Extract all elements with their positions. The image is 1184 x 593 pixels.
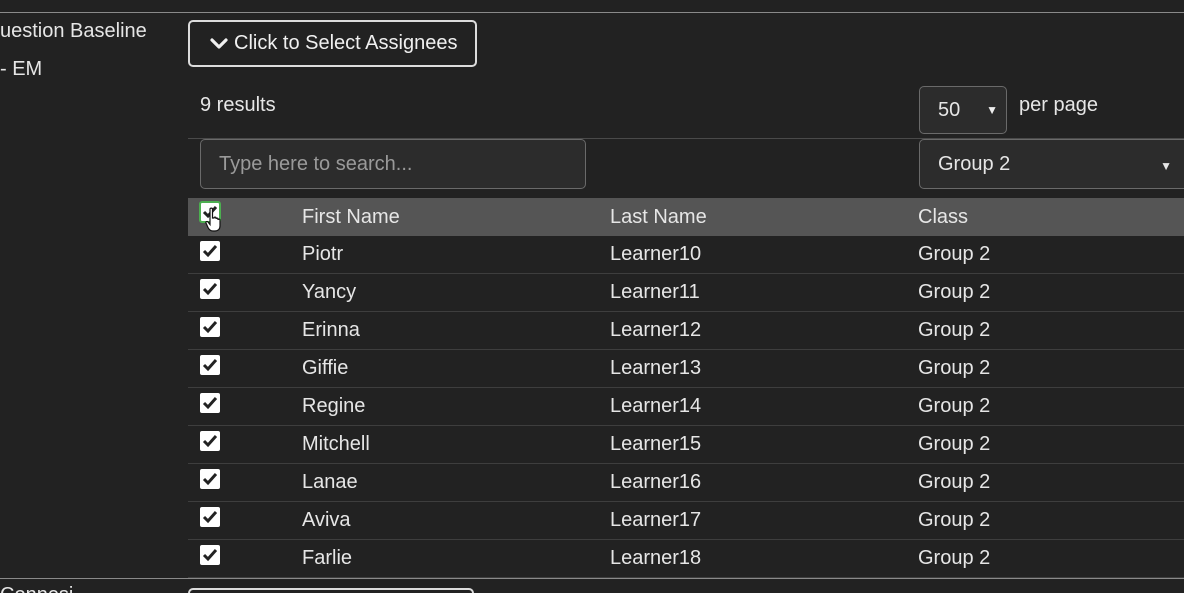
- first-name-cell: Mitchell: [302, 433, 370, 455]
- class-cell: Group 2: [918, 433, 991, 455]
- row-checkbox[interactable]: [200, 354, 220, 375]
- assignment-title-line2: - EM: [0, 58, 43, 80]
- results-count: 9 results: [200, 94, 276, 116]
- checkmark-icon: [202, 548, 218, 561]
- first-name-cell: Giffie: [302, 357, 349, 379]
- row-checkbox[interactable]: [200, 544, 220, 565]
- table-row: Erinna Learner12 Group 2: [188, 312, 1184, 350]
- bottom-divider: [0, 578, 1184, 579]
- class-cell: Group 2: [918, 509, 991, 531]
- first-name-cell: Yancy: [302, 281, 357, 303]
- chevron-down-icon: [210, 37, 228, 49]
- header-last-name[interactable]: Last Name: [610, 198, 707, 236]
- assignment-title-line1: uestion Baseline: [0, 20, 147, 42]
- checkmark-icon: [202, 472, 218, 485]
- next-select-button[interactable]: [188, 588, 474, 593]
- select-assignees-button[interactable]: Click to Select Assignees: [188, 20, 477, 67]
- per-page-label: per page: [1019, 94, 1098, 116]
- per-page-select[interactable]: 50 ▼: [919, 86, 1007, 134]
- first-name-cell: Lanae: [302, 471, 358, 493]
- class-cell: Group 2: [918, 243, 991, 265]
- row-checkbox[interactable]: [200, 506, 220, 527]
- last-name-cell: Learner16: [610, 471, 702, 493]
- checkmark-icon: [202, 282, 218, 295]
- checkmark-icon: [202, 358, 218, 371]
- dropdown-arrow-icon: ▼: [1160, 159, 1172, 173]
- row-checkbox[interactable]: [200, 278, 220, 299]
- checkmark-icon: [202, 510, 218, 523]
- last-name-cell: Learner10: [610, 243, 702, 265]
- last-name-cell: Learner18: [610, 547, 702, 569]
- table-row: Giffie Learner13 Group 2: [188, 350, 1184, 388]
- first-name-cell: Farlie: [302, 547, 353, 569]
- class-cell: Group 2: [918, 319, 991, 341]
- top-divider: [0, 12, 1184, 13]
- per-page-value: 50: [938, 98, 961, 121]
- table-row: Yancy Learner11 Group 2: [188, 274, 1184, 312]
- table-header: First Name Last Name Class: [188, 198, 1184, 236]
- first-name-cell: Aviva: [302, 509, 351, 531]
- first-name-cell: Regine: [302, 395, 366, 417]
- last-name-cell: Learner12: [610, 319, 702, 341]
- dropdown-arrow-icon: ▼: [986, 103, 998, 117]
- class-filter-select[interactable]: Group 2 ▼: [919, 139, 1184, 189]
- last-name-cell: Learner17: [610, 509, 702, 531]
- row-checkbox[interactable]: [200, 316, 220, 337]
- table-row: Piotr Learner10 Group 2: [188, 236, 1184, 274]
- row-checkbox[interactable]: [200, 468, 220, 489]
- class-cell: Group 2: [918, 357, 991, 379]
- select-assignees-label: Click to Select Assignees: [234, 32, 458, 54]
- class-cell: Group 2: [918, 471, 991, 493]
- assignees-table: First Name Last Name Class Piotr Learner…: [188, 198, 1184, 578]
- last-name-cell: Learner11: [610, 281, 700, 303]
- checkmark-icon: [202, 434, 218, 447]
- header-class[interactable]: Class: [918, 198, 968, 236]
- class-filter-value: Group 2: [938, 152, 1011, 175]
- last-name-cell: Learner14: [610, 395, 702, 417]
- table-row: Lanae Learner16 Group 2: [188, 464, 1184, 502]
- table-row: Aviva Learner17 Group 2: [188, 502, 1184, 540]
- table-row: Farlie Learner18 Group 2: [188, 540, 1184, 578]
- assignment-page: uestion Baseline - EM Click to Select As…: [0, 0, 1184, 593]
- search-input[interactable]: [200, 139, 586, 189]
- table-row: Regine Learner14 Group 2: [188, 388, 1184, 426]
- row-checkbox[interactable]: [200, 392, 220, 413]
- checkmark-icon: [202, 396, 218, 409]
- header-first-name[interactable]: First Name: [302, 198, 400, 236]
- class-cell: Group 2: [918, 281, 991, 303]
- last-name-cell: Learner13: [610, 357, 702, 379]
- table-row: Mitchell Learner15 Group 2: [188, 426, 1184, 464]
- checkmark-icon: [202, 320, 218, 333]
- checkmark-icon: [202, 244, 218, 257]
- last-name-cell: Learner15: [610, 433, 702, 455]
- first-name-cell: Erinna: [302, 319, 360, 341]
- row-checkbox[interactable]: [200, 240, 220, 261]
- row-checkbox[interactable]: [200, 430, 220, 451]
- next-section-label: Connesi: [0, 584, 73, 593]
- class-cell: Group 2: [918, 547, 991, 569]
- first-name-cell: Piotr: [302, 243, 344, 265]
- hand-pointer-icon: [205, 207, 221, 232]
- class-cell: Group 2: [918, 395, 991, 417]
